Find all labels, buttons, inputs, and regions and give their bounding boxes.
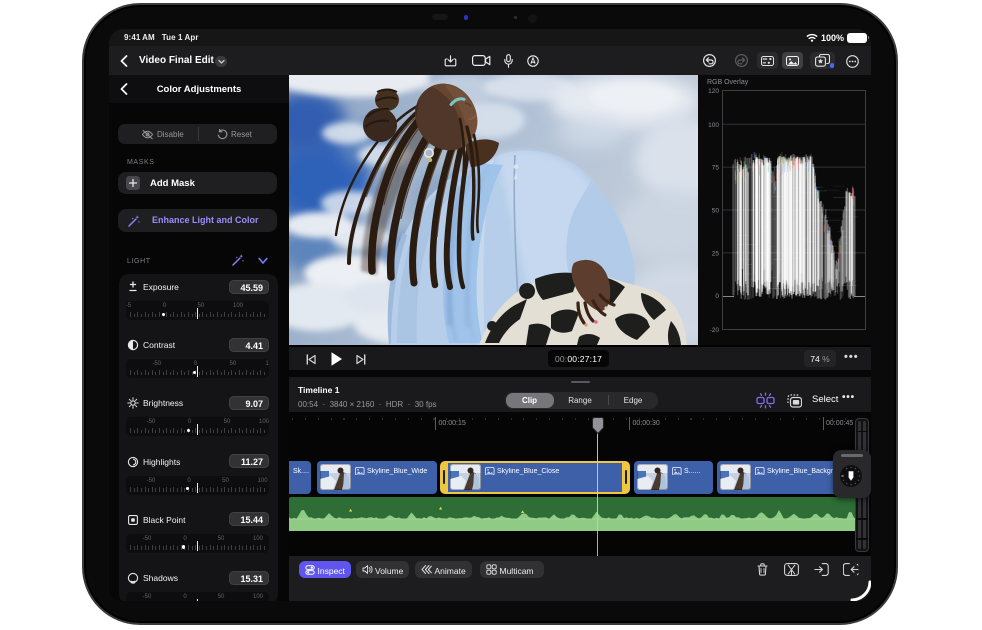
svg-text:25: 25 (712, 250, 720, 257)
svg-text:50: 50 (712, 208, 720, 215)
svg-text:0: 0 (715, 293, 719, 300)
svg-text:75: 75 (712, 165, 720, 172)
svg-text:-20: -20 (710, 327, 720, 334)
svg-text:100: 100 (708, 122, 719, 129)
svg-text:120: 120 (708, 88, 719, 95)
